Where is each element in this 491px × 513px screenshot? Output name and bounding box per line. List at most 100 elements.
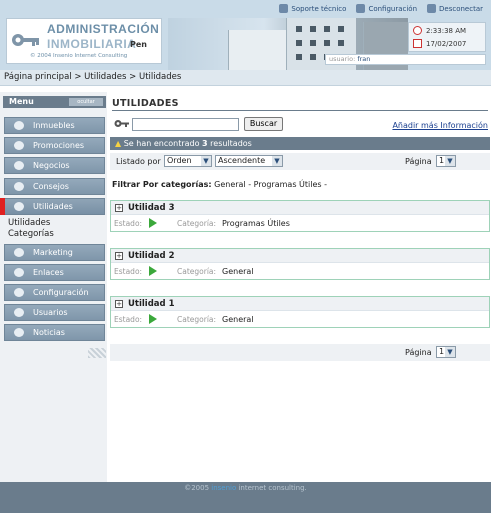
category-filter: Filtrar Por categorías: General - Progra…: [112, 180, 327, 189]
list-item: + Utilidad 1 Estado: Categoría: General: [110, 296, 490, 328]
title-divider: [112, 110, 488, 111]
sidebar-item-marketing[interactable]: Marketing: [4, 244, 105, 261]
key-search-icon: [114, 120, 129, 127]
warning-icon: ▲: [115, 139, 122, 148]
sidebar-item-label: Utilidades: [33, 202, 73, 211]
list-item-header: + Utilidad 1: [111, 297, 489, 311]
page-label: Página: [405, 348, 432, 357]
page-label: Página: [405, 157, 432, 166]
config-link-label: Configuración: [368, 4, 418, 13]
calendar-icon: [413, 39, 422, 48]
sidebar-item-label: Noticias: [33, 328, 65, 337]
logo-title-line1: ADMINISTRACIÓN: [47, 22, 160, 36]
subitem-utilidades[interactable]: Utilidades: [8, 218, 50, 228]
list-item-title[interactable]: Utilidad 3: [128, 203, 174, 213]
order-bar: Listado por Orden ▼ Ascendente ▼ Página …: [110, 153, 490, 170]
sidebar-item-label: Promociones: [33, 141, 85, 150]
estado-label: Estado:: [114, 219, 143, 228]
search-input[interactable]: [132, 118, 239, 131]
logo-copyright: © 2004 Insenio Internet Consulting: [30, 53, 128, 59]
consejos-icon: [14, 182, 24, 191]
logout-link-label: Desconectar: [439, 4, 483, 13]
time-value: 2:33:38 AM: [426, 26, 467, 35]
key-logo-icon: [12, 34, 39, 46]
filter-items[interactable]: General - Programas Útiles -: [214, 180, 327, 189]
clock-icon: [413, 26, 422, 35]
order-direction-select[interactable]: Ascendente ▼: [215, 155, 283, 167]
order-label: Listado por: [116, 157, 161, 166]
results-prefix: Se han encontrado: [123, 139, 203, 148]
list-item: + Utilidad 2 Estado: Categoría: General: [110, 248, 490, 280]
order-field-select[interactable]: Orden ▼: [164, 155, 212, 167]
sidebar-item-label: Negocios: [33, 161, 70, 170]
list-item-title[interactable]: Utilidad 2: [128, 251, 174, 261]
subitem-categorias[interactable]: Categorías: [8, 229, 54, 239]
sidebar-item-label: Enlaces: [33, 268, 64, 277]
page-select[interactable]: 1 ▼: [436, 346, 456, 358]
sidebar-item-configuracion[interactable]: Configuración: [4, 284, 105, 301]
user-value: fran: [357, 55, 371, 63]
logout-icon: [427, 4, 437, 13]
results-bar: ▲ Se han encontrado 3 resultados: [110, 137, 490, 150]
status-play-icon[interactable]: [149, 314, 157, 324]
sidebar-item-enlaces[interactable]: Enlaces: [4, 264, 105, 281]
menu-title: Menu: [9, 97, 34, 106]
expand-icon[interactable]: +: [115, 252, 123, 260]
logout-link[interactable]: Desconectar: [427, 4, 483, 13]
sidebar-item-utilidades[interactable]: Utilidades: [0, 198, 105, 215]
expand-icon[interactable]: +: [115, 204, 123, 212]
logo-title-line2: INMOBILIARIA: [47, 37, 137, 51]
utilidades-icon: [14, 202, 24, 211]
list-item-title[interactable]: Utilidad 1: [128, 299, 174, 309]
user-label: usuario:: [329, 55, 356, 63]
pagination-bar: Página 1 ▼: [110, 344, 490, 361]
menu-hide-tab[interactable]: ocultar: [69, 98, 103, 106]
sidebar-item-usuarios[interactable]: Usuarios: [4, 304, 105, 321]
status-play-icon[interactable]: [149, 218, 157, 228]
categoria-label: Categoría:: [177, 219, 217, 228]
footer-suffix: internet consulting.: [236, 484, 307, 492]
order-direction-value: Ascendente: [218, 156, 266, 165]
status-play-icon[interactable]: [149, 266, 157, 276]
sidebar-item-noticias[interactable]: Noticias: [4, 324, 105, 341]
add-info-link[interactable]: Añadir más Información: [392, 121, 488, 130]
footer-copyright: ©2005 insenio internet consulting.: [0, 484, 491, 492]
menu-header: Menu ocultar: [3, 96, 106, 108]
chevron-down-icon: ▼: [201, 156, 211, 166]
user-box: usuario: fran: [325, 54, 486, 65]
sidebar: Menu ocultar Inmuebles Promociones Negoc…: [0, 92, 107, 482]
inmuebles-icon: [14, 121, 24, 130]
enlaces-icon: [14, 268, 24, 277]
breadcrumb[interactable]: Página principal > Utilidades > Utilidad…: [0, 70, 491, 86]
order-field-value: Orden: [167, 156, 192, 165]
sidebar-item-promociones[interactable]: Promociones: [4, 137, 105, 154]
page-value: 1: [439, 156, 445, 165]
top-links: Soporte técnico Configuración Desconecta…: [279, 4, 483, 13]
sidebar-item-inmuebles[interactable]: Inmuebles: [4, 117, 105, 134]
search-button[interactable]: Buscar: [244, 117, 283, 131]
footer: ©2005 insenio internet consulting.: [0, 482, 491, 513]
sidebar-item-negocios[interactable]: Negocios: [4, 157, 105, 174]
sidebar-item-label: Consejos: [33, 182, 69, 191]
list-item-header: + Utilidad 3: [111, 201, 489, 215]
estado-label: Estado:: [114, 267, 143, 276]
negocios-icon: [14, 161, 24, 170]
marketing-icon: [14, 248, 24, 257]
footer-brand-link[interactable]: insenio: [211, 484, 236, 492]
list-item: + Utilidad 3 Estado: Categoría: Programa…: [110, 200, 490, 232]
results-suffix: resultados: [207, 139, 252, 148]
sidebar-item-label: Inmuebles: [33, 121, 75, 130]
datetime-box: 2:33:38 AM 17/02/2007: [408, 22, 486, 52]
page-title: UTILIDADES: [112, 98, 179, 109]
expand-icon[interactable]: +: [115, 300, 123, 308]
config-link[interactable]: Configuración: [356, 4, 417, 13]
estado-label: Estado:: [114, 315, 143, 324]
chevron-down-icon: ▼: [445, 347, 455, 357]
chevron-down-icon: ▼: [272, 156, 282, 166]
sidebar-item-consejos[interactable]: Consejos: [4, 178, 105, 195]
page-select[interactable]: 1 ▼: [436, 155, 456, 167]
support-link[interactable]: Soporte técnico: [279, 4, 346, 13]
categoria-value: General: [222, 315, 254, 324]
date-value: 17/02/2007: [426, 39, 467, 48]
chevron-down-icon: ▼: [445, 156, 455, 166]
